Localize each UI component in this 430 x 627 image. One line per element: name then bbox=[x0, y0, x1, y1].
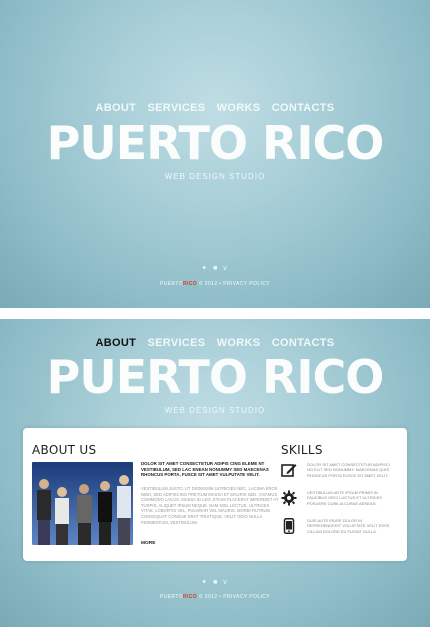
social-links: ✦ ■ v bbox=[0, 578, 430, 586]
skill-text: Dolor sit amet consectetur adipisci ng e… bbox=[307, 462, 390, 478]
pencil-edit-icon bbox=[281, 462, 297, 478]
skill-item: Duis aute irure dolor in reprehenderit v… bbox=[281, 518, 399, 542]
skill-item: Dolor sit amet consectetur adipisci ng e… bbox=[281, 462, 399, 486]
skill-text: Vestibulum ante ipsum primis in faucibus… bbox=[307, 490, 382, 506]
facebook-icon[interactable]: ■ bbox=[213, 265, 219, 272]
footer-brand-accent: RICO bbox=[183, 281, 198, 287]
skill-item: Vestibulum ante ipsum primis in faucibus… bbox=[281, 490, 399, 514]
footer-brand: PUERTO bbox=[159, 281, 183, 287]
nav-services[interactable]: Services bbox=[148, 337, 206, 349]
footer-brand: PUERTO bbox=[159, 594, 183, 600]
footer: PUERTORICO © 2012 • PRIVACY POLICY bbox=[0, 281, 430, 287]
nav-contacts[interactable]: Contacts bbox=[272, 102, 335, 114]
nav-contacts[interactable]: Contacts bbox=[272, 337, 335, 349]
divider bbox=[0, 308, 430, 319]
nav-about[interactable]: About bbox=[96, 102, 137, 114]
facebook-icon[interactable]: ■ bbox=[213, 579, 219, 586]
tagline: WEB DESIGN STUDIO bbox=[164, 406, 266, 415]
twitter-icon[interactable]: ✦ bbox=[201, 579, 209, 586]
main-nav: About Services Works Contacts bbox=[0, 337, 430, 349]
vimeo-icon[interactable]: v bbox=[223, 579, 229, 586]
main-nav: About Services Works Contacts bbox=[0, 102, 430, 114]
hero-panel-expanded: About Services Works Contacts PUERTO RIC… bbox=[0, 319, 430, 627]
mobile-phone-icon bbox=[281, 518, 297, 534]
nav-services[interactable]: Services bbox=[148, 102, 206, 114]
nav-about[interactable]: About bbox=[96, 337, 137, 349]
footer-copyright[interactable]: © 2012 • PRIVACY POLICY bbox=[197, 594, 270, 600]
more-link[interactable]: MORE bbox=[141, 541, 155, 546]
footer: PUERTORICO © 2012 • PRIVACY POLICY bbox=[0, 594, 430, 600]
content-card: ABOUT US DOLOR SIT AMET CONSECTETUR ADIP… bbox=[23, 428, 407, 561]
twitter-icon[interactable]: ✦ bbox=[201, 265, 209, 272]
about-body-text: Vestibulum justo, ut dignissim ultricies… bbox=[141, 486, 279, 525]
social-links: ✦ ■ v bbox=[0, 264, 430, 272]
brand-logo[interactable]: PUERTO RICO bbox=[0, 120, 430, 166]
skills-title: SKILLS bbox=[281, 443, 323, 457]
tagline: WEB DESIGN STUDIO bbox=[164, 172, 266, 181]
footer-brand-accent: RICO bbox=[183, 594, 198, 600]
skill-text: Duis aute irure dolor in reprehenderit v… bbox=[307, 518, 390, 534]
hero-panel-collapsed: About Services Works Contacts PUERTO RIC… bbox=[0, 0, 430, 308]
footer-copyright[interactable]: © 2012 • PRIVACY POLICY bbox=[197, 281, 270, 287]
vimeo-icon[interactable]: v bbox=[223, 265, 229, 272]
nav-works[interactable]: Works bbox=[217, 102, 261, 114]
nav-works[interactable]: Works bbox=[217, 337, 261, 349]
team-photo bbox=[32, 462, 133, 545]
about-title: ABOUT US bbox=[32, 443, 97, 457]
gear-icon bbox=[281, 490, 297, 506]
brand-logo[interactable]: PUERTO RICO bbox=[0, 354, 430, 400]
about-lead-text: Dolor sit amet consectetur adipis cing e… bbox=[141, 461, 269, 478]
